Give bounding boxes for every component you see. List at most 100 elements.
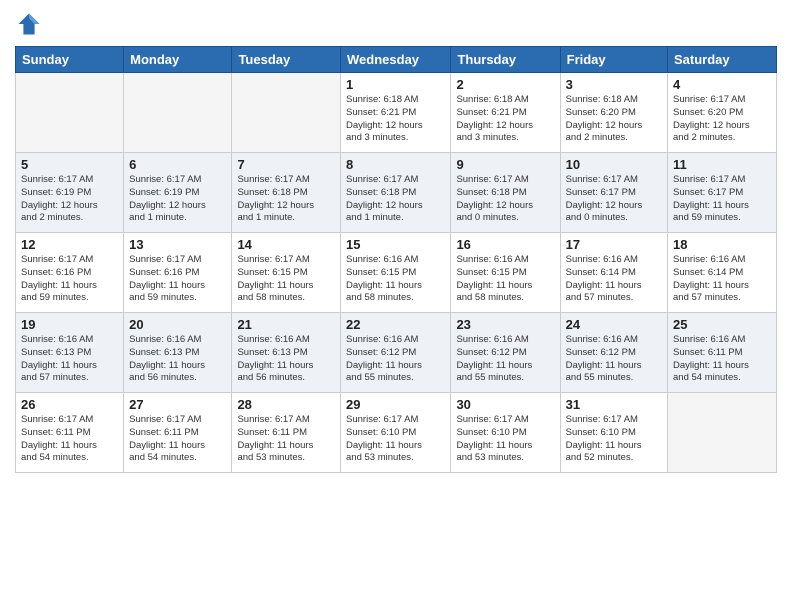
- calendar-cell: 4Sunrise: 6:17 AM Sunset: 6:20 PM Daylig…: [668, 73, 777, 153]
- calendar-cell: 6 Sunrise: 6:17 AM Sunset: 6:19 PM Daylig…: [124, 153, 232, 233]
- day-info: Sunrise: 6:17 AM Sunset: 6:17 PM Dayligh…: [673, 174, 771, 225]
- day-info: Sunrise: 6:17 AM Sunset: 6:18 PM Dayligh…: [456, 174, 554, 225]
- day-info: Sunrise: 6:17 AM Sunset: 6:11 PM Dayligh…: [129, 414, 226, 465]
- calendar-cell: 3 Sunrise: 6:18 AM Sunset: 6:20 PM Daylig…: [560, 73, 667, 153]
- calendar-cell: 12 Sunrise: 6:17 AM Sunset: 6:16 PM Dayli…: [16, 233, 124, 313]
- day-info: Sunrise: 6:16 AM Sunset: 6:13 PM Dayligh…: [129, 334, 226, 385]
- day-number: 1: [346, 77, 445, 92]
- calendar-cell: 8Sunrise: 6:17 AM Sunset: 6:18 PM Daylig…: [341, 153, 451, 233]
- calendar-cell: 19 Sunrise: 6:16 AM Sunset: 6:13 PM Dayli…: [16, 313, 124, 393]
- calendar-week-5: 26 Sunrise: 6:17 AM Sunset: 6:11 PM Dayli…: [16, 393, 777, 473]
- day-number: 29: [346, 397, 445, 412]
- calendar-cell: [232, 73, 341, 153]
- calendar-cell: 10 Sunrise: 6:17 AM Sunset: 6:17 PM Dayli…: [560, 153, 667, 233]
- day-number: 27: [129, 397, 226, 412]
- calendar-cell: 30 Sunrise: 6:17 AM Sunset: 6:10 PM Dayli…: [451, 393, 560, 473]
- day-info: Sunrise: 6:17 AM Sunset: 6:19 PM Dayligh…: [129, 174, 226, 225]
- header-monday: Monday: [124, 47, 232, 73]
- day-number: 11: [673, 157, 771, 172]
- day-info: Sunrise: 6:16 AM Sunset: 6:13 PM Dayligh…: [21, 334, 118, 385]
- day-info: Sunrise: 6:16 AM Sunset: 6:14 PM Dayligh…: [566, 254, 662, 305]
- day-info: Sunrise: 6:18 AM Sunset: 6:20 PM Dayligh…: [566, 94, 662, 145]
- day-number: 8: [346, 157, 445, 172]
- day-number: 9: [456, 157, 554, 172]
- day-info: Sunrise: 6:18 AM Sunset: 6:21 PM Dayligh…: [456, 94, 554, 145]
- header: [15, 10, 777, 38]
- calendar-cell: 15 Sunrise: 6:16 AM Sunset: 6:15 PM Dayli…: [341, 233, 451, 313]
- calendar-cell: 2 Sunrise: 6:18 AM Sunset: 6:21 PM Daylig…: [451, 73, 560, 153]
- calendar-cell: 27 Sunrise: 6:17 AM Sunset: 6:11 PM Dayli…: [124, 393, 232, 473]
- calendar-week-3: 12 Sunrise: 6:17 AM Sunset: 6:16 PM Dayli…: [16, 233, 777, 313]
- day-number: 23: [456, 317, 554, 332]
- day-info: Sunrise: 6:17 AM Sunset: 6:19 PM Dayligh…: [21, 174, 118, 225]
- day-number: 2: [456, 77, 554, 92]
- calendar-cell: 25 Sunrise: 6:16 AM Sunset: 6:11 PM Dayli…: [668, 313, 777, 393]
- day-number: 26: [21, 397, 118, 412]
- day-info: Sunrise: 6:17 AM Sunset: 6:17 PM Dayligh…: [566, 174, 662, 225]
- day-info: Sunrise: 6:16 AM Sunset: 6:11 PM Dayligh…: [673, 334, 771, 385]
- header-friday: Friday: [560, 47, 667, 73]
- day-number: 3: [566, 77, 662, 92]
- day-number: 22: [346, 317, 445, 332]
- header-sunday: Sunday: [16, 47, 124, 73]
- day-number: 21: [237, 317, 335, 332]
- day-number: 24: [566, 317, 662, 332]
- day-info: Sunrise: 6:16 AM Sunset: 6:15 PM Dayligh…: [456, 254, 554, 305]
- day-number: 14: [237, 237, 335, 252]
- day-number: 15: [346, 237, 445, 252]
- day-number: 19: [21, 317, 118, 332]
- day-number: 6: [129, 157, 226, 172]
- header-saturday: Saturday: [668, 47, 777, 73]
- calendar-cell: 17Sunrise: 6:16 AM Sunset: 6:14 PM Dayli…: [560, 233, 667, 313]
- main-container: SundayMondayTuesdayWednesdayThursdayFrid…: [0, 0, 792, 483]
- calendar-cell: 20 Sunrise: 6:16 AM Sunset: 6:13 PM Dayli…: [124, 313, 232, 393]
- header-tuesday: Tuesday: [232, 47, 341, 73]
- calendar-cell: 16 Sunrise: 6:16 AM Sunset: 6:15 PM Dayli…: [451, 233, 560, 313]
- logo-icon: [15, 10, 43, 38]
- header-thursday: Thursday: [451, 47, 560, 73]
- day-info: Sunrise: 6:17 AM Sunset: 6:10 PM Dayligh…: [456, 414, 554, 465]
- day-info: Sunrise: 6:17 AM Sunset: 6:10 PM Dayligh…: [346, 414, 445, 465]
- day-number: 20: [129, 317, 226, 332]
- calendar-week-1: 1 Sunrise: 6:18 AM Sunset: 6:21 PM Daylig…: [16, 73, 777, 153]
- day-number: 28: [237, 397, 335, 412]
- header-wednesday: Wednesday: [341, 47, 451, 73]
- day-info: Sunrise: 6:17 AM Sunset: 6:15 PM Dayligh…: [237, 254, 335, 305]
- calendar-cell: [668, 393, 777, 473]
- day-info: Sunrise: 6:16 AM Sunset: 6:15 PM Dayligh…: [346, 254, 445, 305]
- day-number: 7: [237, 157, 335, 172]
- day-number: 25: [673, 317, 771, 332]
- day-number: 18: [673, 237, 771, 252]
- day-number: 16: [456, 237, 554, 252]
- day-info: Sunrise: 6:16 AM Sunset: 6:13 PM Dayligh…: [237, 334, 335, 385]
- calendar-week-2: 5 Sunrise: 6:17 AM Sunset: 6:19 PM Daylig…: [16, 153, 777, 233]
- day-number: 13: [129, 237, 226, 252]
- day-info: Sunrise: 6:16 AM Sunset: 6:12 PM Dayligh…: [346, 334, 445, 385]
- day-info: Sunrise: 6:17 AM Sunset: 6:11 PM Dayligh…: [237, 414, 335, 465]
- day-number: 30: [456, 397, 554, 412]
- calendar-cell: 23 Sunrise: 6:16 AM Sunset: 6:12 PM Dayli…: [451, 313, 560, 393]
- calendar-cell: 29 Sunrise: 6:17 AM Sunset: 6:10 PM Dayli…: [341, 393, 451, 473]
- calendar-cell: [16, 73, 124, 153]
- calendar-header-row: SundayMondayTuesdayWednesdayThursdayFrid…: [16, 47, 777, 73]
- calendar-cell: 5 Sunrise: 6:17 AM Sunset: 6:19 PM Daylig…: [16, 153, 124, 233]
- day-info: Sunrise: 6:16 AM Sunset: 6:14 PM Dayligh…: [673, 254, 771, 305]
- calendar-cell: [124, 73, 232, 153]
- day-number: 4: [673, 77, 771, 92]
- day-info: Sunrise: 6:18 AM Sunset: 6:21 PM Dayligh…: [346, 94, 445, 145]
- calendar-cell: 31Sunrise: 6:17 AM Sunset: 6:10 PM Dayli…: [560, 393, 667, 473]
- calendar-cell: 13Sunrise: 6:17 AM Sunset: 6:16 PM Dayli…: [124, 233, 232, 313]
- day-info: Sunrise: 6:17 AM Sunset: 6:16 PM Dayligh…: [21, 254, 118, 305]
- day-info: Sunrise: 6:16 AM Sunset: 6:12 PM Dayligh…: [566, 334, 662, 385]
- calendar-cell: 7Sunrise: 6:17 AM Sunset: 6:18 PM Daylig…: [232, 153, 341, 233]
- calendar-week-4: 19 Sunrise: 6:16 AM Sunset: 6:13 PM Dayli…: [16, 313, 777, 393]
- calendar-cell: 21 Sunrise: 6:16 AM Sunset: 6:13 PM Dayli…: [232, 313, 341, 393]
- day-number: 5: [21, 157, 118, 172]
- day-info: Sunrise: 6:17 AM Sunset: 6:11 PM Dayligh…: [21, 414, 118, 465]
- calendar-cell: 11 Sunrise: 6:17 AM Sunset: 6:17 PM Dayli…: [668, 153, 777, 233]
- day-number: 12: [21, 237, 118, 252]
- day-number: 10: [566, 157, 662, 172]
- day-info: Sunrise: 6:16 AM Sunset: 6:12 PM Dayligh…: [456, 334, 554, 385]
- calendar-cell: 22 Sunrise: 6:16 AM Sunset: 6:12 PM Dayli…: [341, 313, 451, 393]
- calendar-cell: 18 Sunrise: 6:16 AM Sunset: 6:14 PM Dayli…: [668, 233, 777, 313]
